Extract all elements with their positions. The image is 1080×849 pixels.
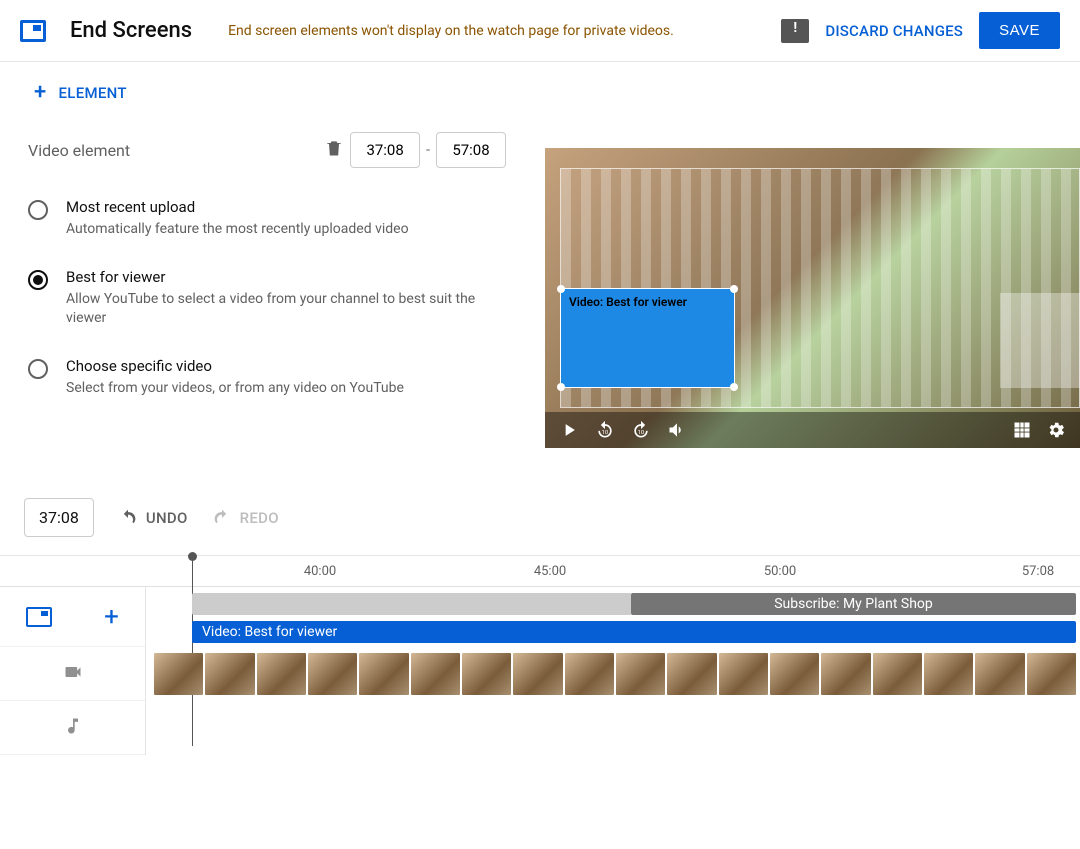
plus-icon: + — [34, 82, 47, 104]
thumbnail-strip — [154, 653, 1076, 695]
time-dash: - — [426, 142, 430, 158]
private-warning: End screen elements won't display on the… — [228, 23, 765, 39]
video-card[interactable]: Video: Best for viewer — [560, 288, 735, 388]
ruler-tick: 57:08 — [1022, 564, 1054, 579]
radio-best-for-viewer[interactable]: Best for viewer Allow YouTube to select … — [28, 268, 512, 329]
radio-most-recent[interactable]: Most recent upload Automatically feature… — [28, 198, 512, 240]
redo-label: REDO — [240, 509, 279, 527]
subscribe-clip-label: Subscribe: My Plant Shop — [774, 596, 933, 612]
volume-icon[interactable] — [667, 420, 687, 440]
radio-choose-specific[interactable]: Choose specific video Select from your v… — [28, 357, 512, 399]
play-icon[interactable] — [559, 420, 579, 440]
video-card-label: Video: Best for viewer — [569, 295, 687, 309]
subscribe-clip[interactable]: Subscribe: My Plant Shop — [631, 593, 1076, 615]
track-endscreen-controls: + — [0, 587, 145, 647]
radio-desc: Automatically feature the most recently … — [66, 220, 409, 240]
add-element-label: ELEMENT — [59, 84, 127, 102]
subscribe-clip-lead[interactable] — [192, 593, 631, 615]
discard-button[interactable]: DISCARD CHANGES — [825, 22, 963, 40]
radio-title: Most recent upload — [66, 198, 409, 216]
radio-title: Choose specific video — [66, 357, 404, 375]
forward-10-icon[interactable]: 10 — [631, 420, 651, 440]
endscreen-icon — [20, 20, 46, 42]
end-time-input[interactable] — [436, 132, 506, 168]
ruler-tick: 50:00 — [764, 564, 796, 579]
radio-icon — [28, 270, 48, 290]
radio-title: Best for viewer — [66, 268, 512, 286]
endscreen-track-icon[interactable] — [26, 607, 52, 627]
ruler-tick: 45:00 — [534, 564, 566, 579]
save-button[interactable]: SAVE — [979, 12, 1060, 49]
rewind-10-icon[interactable]: 10 — [595, 420, 615, 440]
page-title: End Screens — [70, 18, 192, 43]
radio-icon — [28, 200, 48, 220]
resize-handle[interactable] — [557, 383, 565, 391]
ruler-tick: 40:00 — [304, 564, 336, 579]
subscribe-card[interactable] — [1000, 293, 1080, 388]
redo-button: REDO — [212, 508, 279, 528]
timeline-ruler[interactable]: 40:00 45:00 50:00 57:08 — [0, 555, 1080, 587]
svg-text:10: 10 — [638, 430, 645, 436]
feedback-icon[interactable] — [781, 19, 809, 43]
resize-handle[interactable] — [557, 285, 565, 293]
radio-desc: Select from your videos, or from any vid… — [66, 379, 404, 399]
video-clip[interactable]: Video: Best for viewer — [192, 621, 1076, 643]
video-preview[interactable]: Video: Best for viewer 10 10 — [545, 148, 1080, 448]
video-element-label: Video element — [28, 141, 324, 160]
add-element-button[interactable]: + ELEMENT — [34, 82, 512, 104]
resize-handle[interactable] — [730, 285, 738, 293]
audio-track-icon[interactable] — [63, 716, 83, 740]
resize-handle[interactable] — [730, 383, 738, 391]
start-time-input[interactable] — [350, 132, 420, 168]
grid-icon[interactable] — [1012, 420, 1032, 440]
svg-text:10: 10 — [602, 430, 609, 436]
track-content[interactable]: Subscribe: My Plant Shop Video: Best for… — [146, 587, 1080, 755]
undo-label: UNDO — [146, 509, 188, 527]
radio-desc: Allow YouTube to select a video from you… — [66, 290, 512, 329]
video-track-icon[interactable] — [63, 662, 83, 686]
radio-icon — [28, 359, 48, 379]
add-track-icon[interactable]: + — [104, 604, 119, 630]
trash-icon[interactable] — [324, 138, 344, 162]
video-clip-label: Video: Best for viewer — [202, 624, 337, 640]
timeline-position[interactable]: 37:08 — [24, 498, 94, 537]
settings-icon[interactable] — [1046, 420, 1066, 440]
undo-button[interactable]: UNDO — [118, 508, 188, 528]
